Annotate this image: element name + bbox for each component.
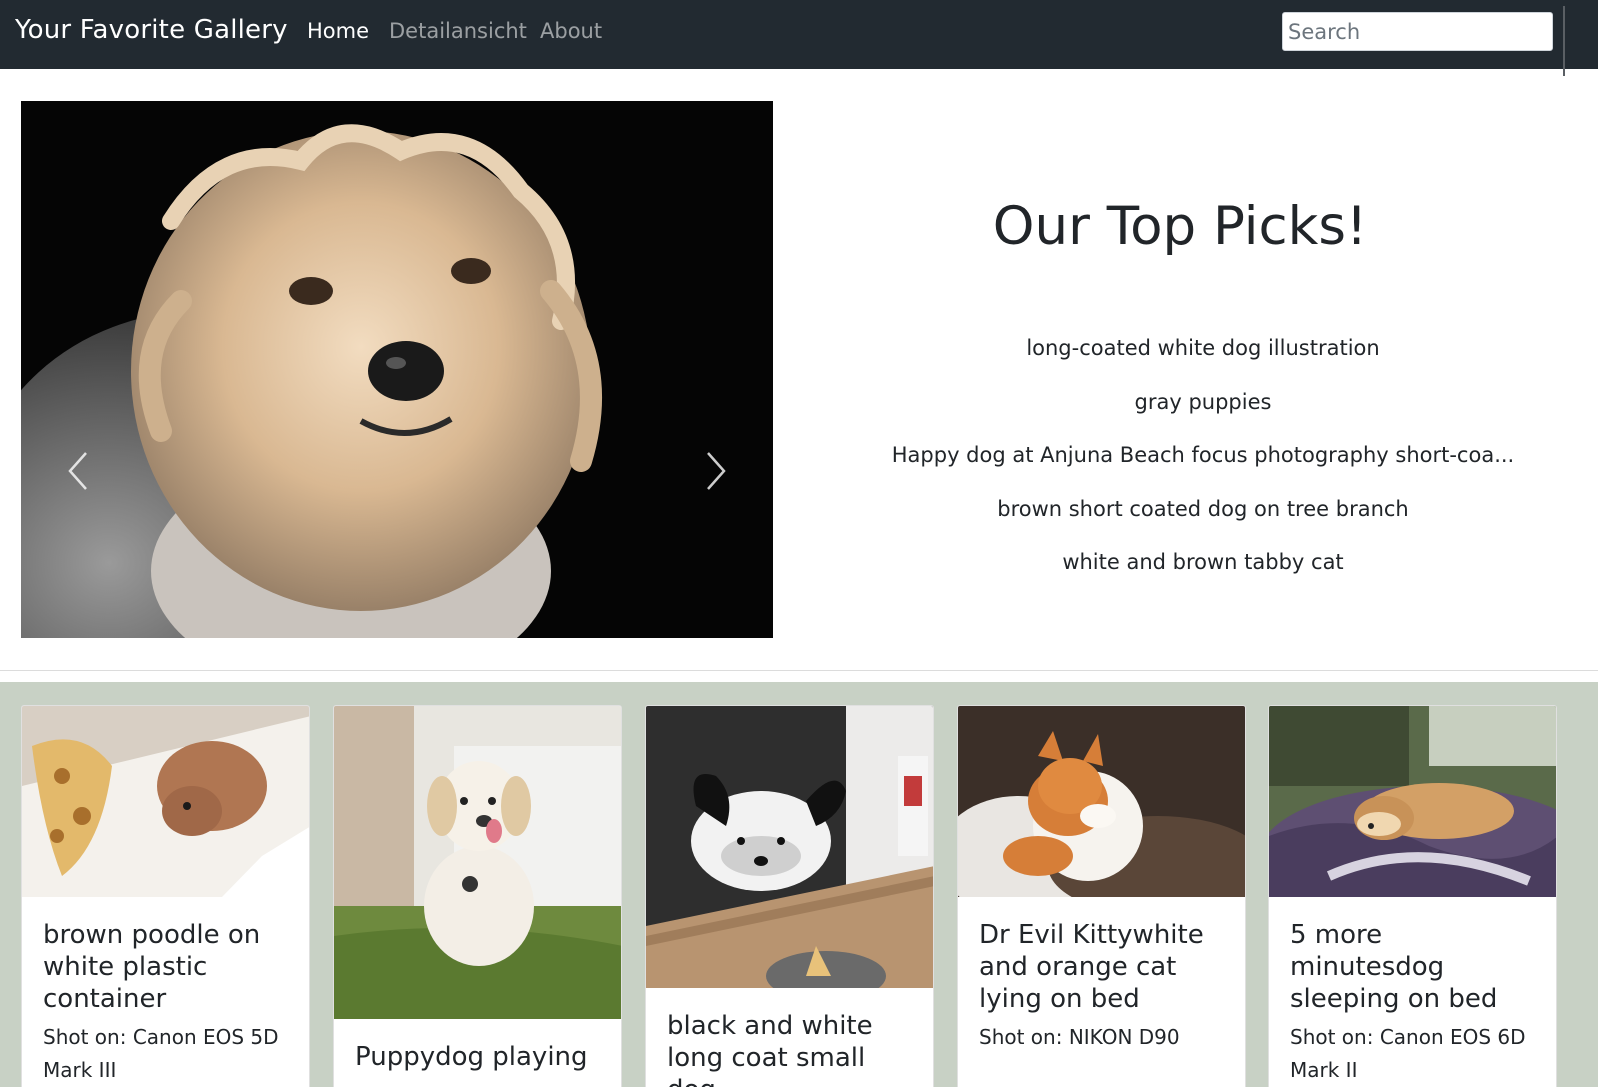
card-image-sleeping-dog (1269, 706, 1556, 897)
carousel (21, 101, 773, 638)
card-image-puppy (334, 706, 621, 1019)
top-pick-item[interactable]: brown short coated dog on tree branch (860, 497, 1546, 551)
card-title: Dr Evil Kittywhite and orange cat lying … (979, 920, 1204, 1014)
search-input[interactable] (1282, 12, 1553, 51)
carousel-image-terrier (21, 101, 773, 638)
section-divider (0, 670, 1598, 671)
brand-title[interactable]: Your Favorite Gallery (15, 15, 288, 45)
scrollbar-thumb[interactable] (1563, 6, 1565, 76)
top-pick-item[interactable]: Happy dog at Anjuna Beach focus photogra… (860, 443, 1546, 497)
card-camera: Shot on: Canon EOS 6D Mark II (1290, 1025, 1526, 1082)
gallery-card[interactable]: Dr Evil Kittywhite and orange cat lying … (957, 705, 1246, 1087)
card-title: Puppydog playing (355, 1042, 588, 1072)
nav-link-detailansicht[interactable]: Detailansicht (389, 19, 527, 43)
card-image-small-dog (646, 706, 933, 988)
card-image-cat (958, 706, 1245, 897)
card-camera: Shot on: Canon EOS 5D Mark III (43, 1025, 279, 1082)
chevron-left-icon (68, 452, 87, 490)
chevron-right-icon (707, 452, 726, 490)
top-pick-item[interactable]: long-coated white dog illustration (860, 336, 1546, 390)
nav-link-about[interactable]: About (540, 19, 602, 43)
card-image-poodle (22, 706, 309, 897)
nav-link-home[interactable]: Home (307, 19, 369, 43)
gallery-card[interactable]: black and white long coat small dog (645, 705, 934, 1087)
top-pick-item[interactable]: white and brown tabby cat (860, 550, 1546, 604)
carousel-prev-button[interactable] (58, 441, 98, 501)
navbar: Your Favorite Gallery Home Detailansicht… (0, 0, 1598, 69)
top-picks-list: long-coated white dog illustration gray … (860, 336, 1546, 604)
carousel-next-button[interactable] (696, 441, 736, 501)
card-title: brown poodle on white plastic container (43, 920, 261, 1014)
gallery-card[interactable]: Puppydog playing (333, 705, 622, 1087)
gallery-card[interactable]: brown poodle on white plastic container … (21, 705, 310, 1087)
hero-title: Our Top Picks! (992, 196, 1368, 257)
card-title: black and white long coat small dog (667, 1011, 873, 1087)
top-pick-item[interactable]: gray puppies (860, 390, 1546, 444)
gallery-section: brown poodle on white plastic container … (0, 682, 1598, 1087)
card-title: 5 more minutesdog sleeping on bed (1290, 920, 1498, 1014)
card-camera: Shot on: NIKON D90 (979, 1025, 1180, 1049)
gallery-card[interactable]: 5 more minutesdog sleeping on bed Shot o… (1268, 705, 1557, 1087)
